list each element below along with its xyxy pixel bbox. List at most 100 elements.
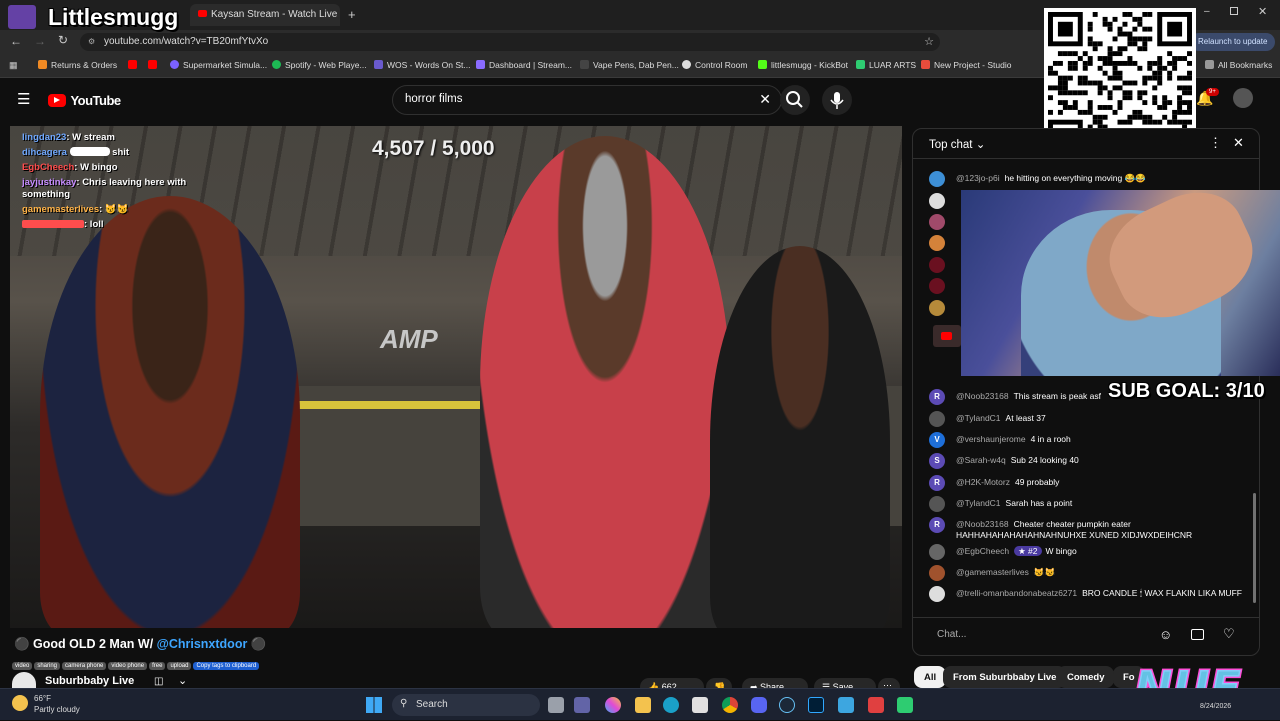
- maximize-icon[interactable]: [1230, 7, 1238, 15]
- bookmark-item[interactable]: WOS - Words On St...: [374, 60, 470, 70]
- avatar[interactable]: [929, 171, 945, 187]
- chat-input[interactable]: Chat...: [923, 627, 1153, 645]
- folder-icon: [1205, 60, 1214, 69]
- super-chat-icon[interactable]: [1191, 629, 1204, 640]
- bookmark-favicon-icon: [580, 60, 589, 69]
- woman-figure: [480, 136, 730, 628]
- chip-from-channel[interactable]: From Suburbbaby Live: [943, 666, 1067, 688]
- more-options-icon[interactable]: ⋮: [1209, 135, 1222, 151]
- avatar[interactable]: [929, 411, 945, 427]
- bookmark-item[interactable]: Supermarket Simula...: [170, 60, 267, 70]
- tag[interactable]: upload: [167, 662, 192, 670]
- discord-icon[interactable]: [751, 697, 767, 713]
- title-mention-link[interactable]: @Chrisnxtdoor: [157, 637, 248, 651]
- chrome-icon[interactable]: [722, 697, 738, 713]
- start-icon[interactable]: [366, 697, 382, 713]
- avatar[interactable]: R: [929, 389, 945, 405]
- avatar[interactable]: [929, 544, 945, 560]
- twitch-icon: [8, 5, 36, 29]
- store-icon[interactable]: [692, 697, 708, 713]
- avatar[interactable]: R: [929, 517, 945, 533]
- copilot-icon[interactable]: [605, 697, 621, 713]
- bookmark-item[interactable]: Vape Pens, Dab Pen...: [580, 60, 679, 70]
- back-icon[interactable]: ←: [10, 34, 22, 48]
- youtube-logo[interactable]: YouTube: [48, 92, 121, 110]
- minimize-icon[interactable]: –: [1204, 6, 1210, 17]
- tag[interactable]: video phone: [108, 662, 148, 670]
- forward-icon[interactable]: →: [34, 34, 46, 48]
- bookmark-item[interactable]: LUAR ARTS: [856, 60, 916, 70]
- avatar[interactable]: S: [929, 453, 945, 469]
- heart-icon[interactable]: ♡: [1223, 626, 1235, 642]
- overlay-chat-line: jayjustinkay: Chris leaving here with so…: [22, 177, 187, 200]
- bookmark-item[interactable]: Dashboard | Stream...: [476, 60, 572, 70]
- avatar[interactable]: [929, 193, 945, 209]
- chip-comedy[interactable]: Comedy: [1057, 666, 1115, 688]
- avatar[interactable]: [929, 565, 945, 581]
- tag[interactable]: free: [149, 662, 166, 670]
- voice-search-button[interactable]: [822, 85, 852, 115]
- clear-search-icon[interactable]: ✕: [759, 91, 771, 108]
- bookmark-item[interactable]: New Project - Studio: [921, 60, 1011, 70]
- avatar[interactable]: [1233, 88, 1253, 108]
- avatar[interactable]: [929, 496, 945, 512]
- teams-icon[interactable]: [574, 697, 590, 713]
- chat-mode-dropdown[interactable]: Top chat ⌄: [929, 137, 985, 151]
- bookmark-favicon-icon: [921, 60, 930, 69]
- pinned-banner: [933, 325, 961, 347]
- close-chat-icon[interactable]: ✕: [1233, 135, 1244, 151]
- bookmark-item[interactable]: All Bookmarks: [1205, 60, 1272, 70]
- avatar[interactable]: [929, 235, 945, 251]
- chip-all[interactable]: All: [914, 666, 947, 688]
- avatar[interactable]: [929, 586, 945, 602]
- bookmark-item[interactable]: Control Room: [682, 60, 747, 70]
- chevron-down-icon[interactable]: ⌄: [178, 674, 187, 687]
- file-explorer-icon[interactable]: [635, 697, 651, 713]
- steam-icon[interactable]: [779, 697, 795, 713]
- bookmark-youtube-icon[interactable]: [128, 60, 141, 70]
- reload-icon[interactable]: ↻: [58, 33, 68, 47]
- avatar[interactable]: [929, 214, 945, 230]
- bookmark-item[interactable]: Spotify - Web Playe...: [272, 60, 367, 70]
- site-info-icon[interactable]: ⚙: [88, 37, 95, 46]
- tag[interactable]: camera phone: [62, 662, 107, 670]
- avatar[interactable]: V: [929, 432, 945, 448]
- avatar[interactable]: [929, 300, 945, 316]
- avatar[interactable]: [929, 278, 945, 294]
- taskbar-search[interactable]: ⚲ Search: [392, 694, 540, 716]
- avatar[interactable]: [929, 257, 945, 273]
- apps-grid-icon[interactable]: ▦: [9, 60, 18, 71]
- task-view-icon[interactable]: [548, 697, 564, 713]
- tag[interactable]: sharing: [34, 662, 61, 670]
- emoji-icon[interactable]: ☺: [1159, 627, 1172, 642]
- menu-icon[interactable]: ☰: [17, 90, 30, 108]
- active-tab[interactable]: Kaysan Stream - Watch Live on: [190, 4, 340, 26]
- url-input[interactable]: ⚙ youtube.com/watch?v=TB20mfYtvXo ☆: [80, 33, 940, 51]
- youtube-icon: [941, 332, 952, 340]
- bookmark-item[interactable]: littlesmugg - KickBot: [758, 60, 848, 70]
- chat-message: R @H2K-Motorz 49 probably: [929, 475, 1247, 491]
- search-input[interactable]: horror films ✕: [392, 85, 782, 115]
- tag[interactable]: video: [12, 662, 33, 670]
- youtube-favicon-icon: [198, 10, 207, 17]
- bookmark-item[interactable]: Returns & Orders: [38, 60, 117, 70]
- chat-scrollbar[interactable]: [1253, 493, 1256, 603]
- notification-bell-icon[interactable]: ◫: [154, 676, 163, 687]
- app-icon-2[interactable]: [897, 697, 913, 713]
- avatar[interactable]: R: [929, 475, 945, 491]
- photoshop-icon[interactable]: [808, 697, 824, 713]
- new-tab-button[interactable]: +: [348, 7, 356, 22]
- chat-message: @123jo-p6i he hitting on everything movin…: [929, 171, 1247, 187]
- copy-tags-button[interactable]: Copy tags to clipboard: [193, 662, 260, 670]
- channel-name[interactable]: Suburbbaby Live: [45, 675, 134, 687]
- edge-icon[interactable]: [663, 697, 679, 713]
- relaunch-button[interactable]: Relaunch to update: [1190, 33, 1276, 51]
- notepad-icon[interactable]: [838, 697, 854, 713]
- url-text: youtube.com/watch?v=TB20mfYtvXo: [104, 36, 269, 47]
- chat-header: Top chat ⌄ ⋮ ✕: [913, 129, 1259, 159]
- close-window-icon[interactable]: ✕: [1258, 5, 1267, 18]
- bookmark-star-icon[interactable]: ☆: [924, 35, 934, 48]
- search-button[interactable]: [780, 85, 810, 115]
- bookmark-youtube-icon-2[interactable]: [148, 60, 161, 70]
- app-icon[interactable]: [868, 697, 884, 713]
